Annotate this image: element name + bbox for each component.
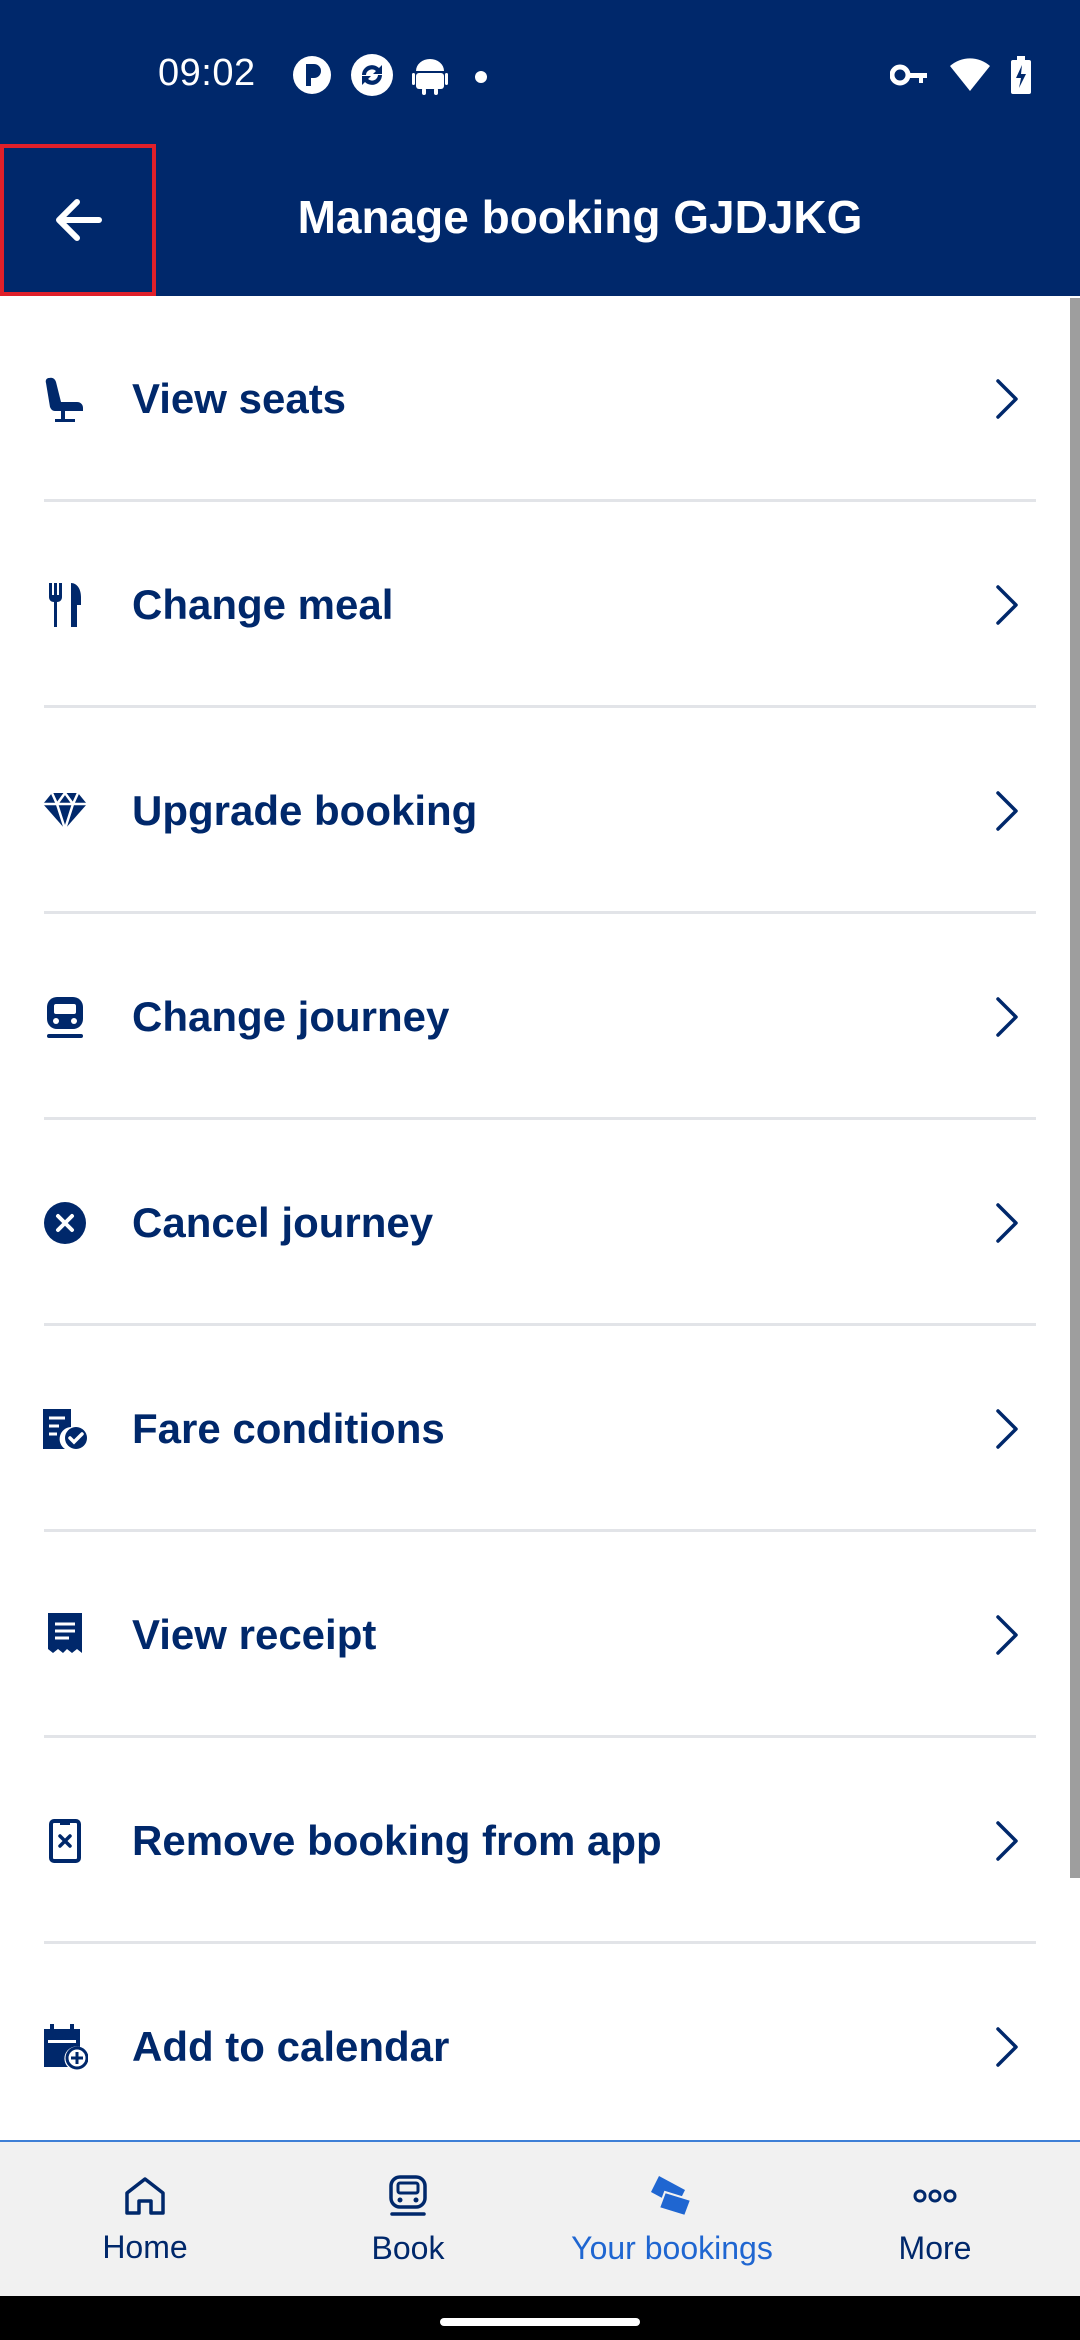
more-dots-icon <box>913 2189 957 2202</box>
menu-item-label: Add to calendar <box>132 2023 450 2070</box>
menu-item-label: Change meal <box>132 581 394 628</box>
menu-item-view-seats[interactable]: View seats <box>0 296 1068 502</box>
chevron-right-icon <box>994 1120 1020 1326</box>
menu-item-label: Upgrade booking <box>132 787 478 834</box>
back-button[interactable] <box>0 144 156 296</box>
menu-item-change-meal[interactable]: Change meal <box>0 502 1068 708</box>
manage-booking-menu: View seats Change meal Upgrade booking C… <box>0 296 1068 2150</box>
calendar-add-icon <box>40 1944 90 2150</box>
chevron-right-icon <box>994 1944 1020 2150</box>
nav-home[interactable]: Home <box>10 2142 280 2298</box>
menu-item-add-to-calendar[interactable]: Add to calendar <box>0 1944 1068 2150</box>
dot-icon <box>475 71 487 83</box>
menu-item-label: View seats <box>132 375 347 422</box>
nav-label: Your bookings <box>571 2229 773 2266</box>
home-gesture-handle[interactable] <box>440 2318 640 2326</box>
menu-item-fare-conditions[interactable]: Fare conditions <box>0 1326 1068 1532</box>
sync-notification-icon <box>351 54 393 96</box>
menu-item-label: Fare conditions <box>132 1405 445 1452</box>
chevron-right-icon <box>994 708 1020 914</box>
nav-your-bookings[interactable]: Your bookings <box>537 2142 807 2298</box>
status-bar: 09:02 <box>0 0 1080 140</box>
seat-icon <box>40 296 90 502</box>
bottom-navigation: Home Book Your bookings More <box>0 2140 1080 2298</box>
chevron-right-icon <box>994 1738 1020 1944</box>
train-icon <box>40 914 90 1120</box>
menu-item-remove-booking[interactable]: Remove booking from app <box>0 1738 1068 1944</box>
menu-item-label: Remove booking from app <box>132 1817 662 1864</box>
menu-item-view-receipt[interactable]: View receipt <box>0 1532 1068 1738</box>
page-title: Manage booking GJDJKG <box>297 191 863 243</box>
android-notification-icon <box>412 59 448 95</box>
menu-item-label: View receipt <box>132 1611 377 1658</box>
app-header: 09:02 Manage booking GJDJKG <box>0 0 1080 296</box>
menu-item-change-journey[interactable]: Change journey <box>0 914 1068 1120</box>
diamond-icon <box>40 708 90 914</box>
status-notification-icons <box>292 52 496 98</box>
train-icon <box>389 2174 427 2216</box>
status-system-icons <box>890 52 1032 98</box>
status-time: 09:02 <box>158 52 256 94</box>
cutlery-icon <box>40 502 90 708</box>
arrow-left-icon <box>56 199 102 241</box>
chevron-right-icon <box>994 502 1020 708</box>
cancel-circle-icon <box>40 1120 90 1326</box>
phone-remove-icon <box>40 1738 90 1944</box>
home-icon <box>125 2176 165 2215</box>
nav-label: Book <box>371 2229 445 2266</box>
menu-item-label: Change journey <box>132 993 450 1040</box>
menu-item-label: Cancel journey <box>132 1199 434 1246</box>
app-notification-icon <box>293 56 331 94</box>
receipt-icon <box>40 1532 90 1738</box>
battery-charging-icon <box>1011 56 1031 94</box>
nav-label: Home <box>102 2228 188 2265</box>
menu-item-upgrade-booking[interactable]: Upgrade booking <box>0 708 1068 914</box>
document-check-icon <box>40 1326 90 1532</box>
chevron-right-icon <box>994 914 1020 1120</box>
vpn-key-icon <box>890 64 927 86</box>
wifi-icon <box>950 58 990 91</box>
nav-book[interactable]: Book <box>273 2142 543 2298</box>
chevron-right-icon <box>994 1532 1020 1738</box>
nav-more[interactable]: More <box>800 2142 1070 2298</box>
menu-item-cancel-journey[interactable]: Cancel journey <box>0 1120 1068 1326</box>
chevron-right-icon <box>994 1326 1020 1532</box>
nav-label: More <box>898 2229 972 2266</box>
tickets-icon <box>651 2175 693 2217</box>
scrollbar[interactable] <box>1070 298 1080 1878</box>
chevron-right-icon <box>994 296 1020 502</box>
